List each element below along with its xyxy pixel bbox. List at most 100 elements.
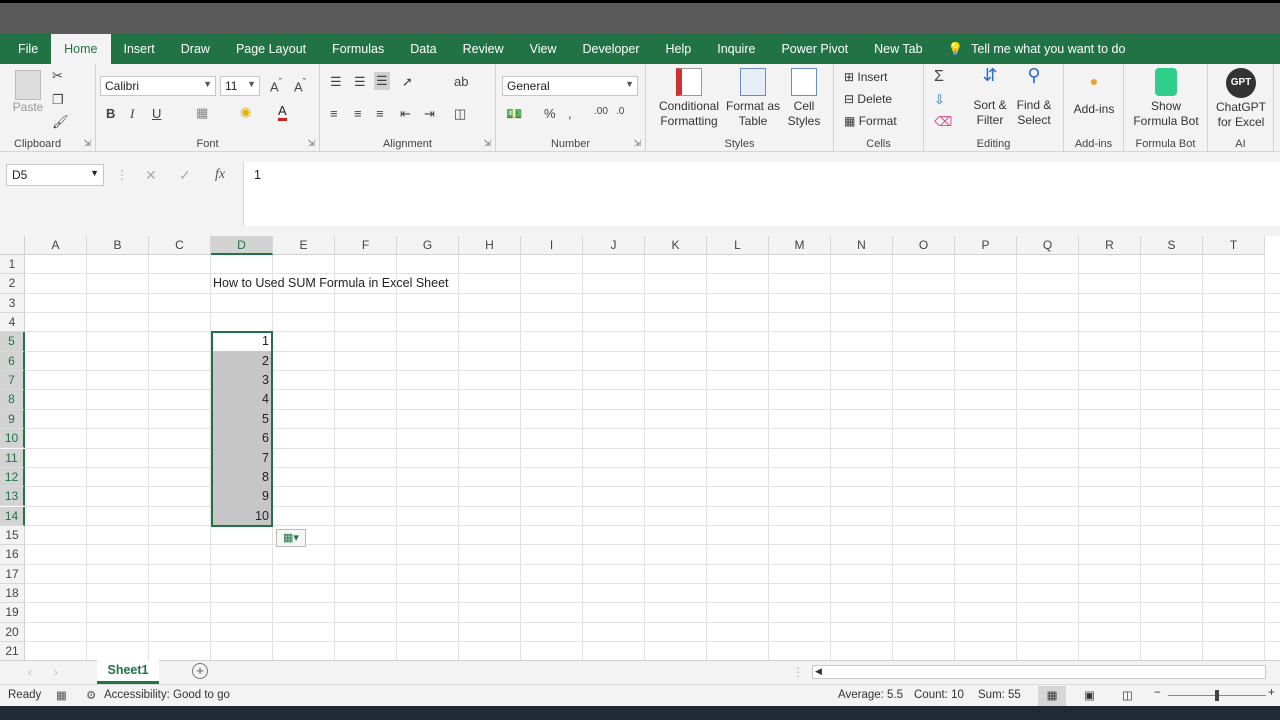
- column-header-f[interactable]: F: [335, 236, 397, 255]
- chatgpt-for-excel-button[interactable]: GPT ChatGPT for Excel: [1210, 68, 1272, 130]
- find-select-button[interactable]: ⚲ Find & Select: [1012, 66, 1056, 128]
- row-header-4[interactable]: 4: [0, 313, 25, 333]
- zoom-in-icon[interactable]: +: [1268, 687, 1275, 699]
- column-header-c[interactable]: C: [149, 236, 211, 255]
- font-color-icon[interactable]: A: [278, 104, 287, 121]
- row-header-2[interactable]: 2: [0, 274, 25, 294]
- tab-inquire[interactable]: Inquire: [704, 34, 768, 64]
- percent-style-button[interactable]: %: [544, 106, 556, 121]
- cell-d6[interactable]: 2: [211, 352, 271, 371]
- column-header-m[interactable]: M: [769, 236, 831, 255]
- cut-icon[interactable]: ✂: [52, 68, 63, 84]
- row-header-10[interactable]: 10: [0, 429, 25, 449]
- zoom-slider-thumb[interactable]: [1215, 690, 1219, 701]
- comma-style-icon[interactable]: ,: [568, 106, 572, 121]
- decrease-font-icon[interactable]: Aˇ: [294, 77, 306, 94]
- cell-d9[interactable]: 5: [211, 410, 271, 429]
- cancel-entry-icon[interactable]: ✕: [145, 167, 157, 184]
- row-header-5[interactable]: 5: [0, 332, 25, 352]
- increase-decimal-icon[interactable]: .00: [594, 106, 608, 117]
- alignment-launcher-icon[interactable]: ⇲: [483, 138, 491, 149]
- format-cells-button[interactable]: ▦ Format: [844, 114, 897, 129]
- column-header-h[interactable]: H: [459, 236, 521, 255]
- insert-cells-button[interactable]: ⊞ Insert: [844, 70, 887, 85]
- column-header-s[interactable]: S: [1141, 236, 1203, 255]
- column-header-j[interactable]: J: [583, 236, 645, 255]
- tell-me-search[interactable]: 💡 Tell me what you want to do: [936, 34, 1139, 64]
- row-header-13[interactable]: 13: [0, 487, 25, 507]
- column-header-t[interactable]: T: [1203, 236, 1265, 255]
- add-sheet-button[interactable]: +: [192, 663, 208, 679]
- font-size-select[interactable]: 11 ▼: [220, 76, 260, 96]
- quick-analysis-icon[interactable]: ▦▾: [276, 529, 306, 547]
- row-header-17[interactable]: 17: [0, 564, 25, 584]
- cell-d2[interactable]: How to Used SUM Formula in Excel Sheet: [213, 274, 449, 293]
- row-header-8[interactable]: 8: [0, 390, 25, 410]
- column-header-i[interactable]: I: [521, 236, 583, 255]
- orientation-icon[interactable]: ➚: [402, 74, 413, 90]
- align-right-icon[interactable]: ≡: [376, 106, 384, 121]
- column-header-r[interactable]: R: [1079, 236, 1141, 255]
- scroll-left-arrow-icon[interactable]: ◀: [815, 666, 822, 677]
- row-header-7[interactable]: 7: [0, 371, 25, 391]
- column-header-q[interactable]: Q: [1017, 236, 1079, 255]
- number-format-select[interactable]: General ▼: [502, 76, 638, 96]
- cell-d7[interactable]: 3: [211, 371, 271, 390]
- tab-insert[interactable]: Insert: [111, 34, 168, 64]
- accessibility-icon[interactable]: ⚙: [86, 688, 96, 702]
- row-header-19[interactable]: 19: [0, 603, 25, 623]
- column-header-k[interactable]: K: [645, 236, 707, 255]
- increase-indent-icon[interactable]: ⇥: [424, 106, 435, 122]
- align-center-icon[interactable]: ≡: [354, 106, 362, 121]
- row-header-9[interactable]: 9: [0, 409, 25, 430]
- copy-icon[interactable]: ❐: [52, 92, 64, 108]
- row-header-18[interactable]: 18: [0, 583, 25, 604]
- number-launcher-icon[interactable]: ⇲: [633, 138, 641, 149]
- show-formula-bot-button[interactable]: Show Formula Bot: [1128, 68, 1204, 129]
- cell-d8[interactable]: 4: [211, 390, 271, 409]
- column-header-g[interactable]: G: [397, 236, 459, 255]
- align-middle-icon[interactable]: ☰: [354, 74, 366, 90]
- cell-d11[interactable]: 7: [211, 449, 271, 468]
- zoom-slider[interactable]: [1168, 690, 1266, 701]
- cell-d10[interactable]: 6: [211, 429, 271, 448]
- row-header-20[interactable]: 20: [0, 622, 25, 642]
- scroll-right-icon[interactable]: ›: [54, 665, 58, 679]
- wrap-text-icon[interactable]: ab: [454, 74, 468, 89]
- accessibility-status[interactable]: Accessibility: Good to go: [104, 689, 230, 701]
- row-header-21[interactable]: 21: [0, 642, 25, 660]
- column-header-p[interactable]: P: [955, 236, 1017, 255]
- column-header-l[interactable]: L: [707, 236, 769, 255]
- clear-icon[interactable]: ⌫: [934, 114, 952, 130]
- page-layout-view-icon[interactable]: ▣: [1084, 688, 1095, 702]
- name-box[interactable]: D5 ▼: [6, 164, 104, 186]
- merge-center-icon[interactable]: ◫: [454, 106, 466, 122]
- formula-input[interactable]: 1: [243, 162, 1280, 226]
- font-launcher-icon[interactable]: ⇲: [307, 138, 315, 149]
- underline-button[interactable]: U: [152, 106, 161, 121]
- normal-view-icon[interactable]: ▦: [1038, 686, 1066, 706]
- sheet-tab-sheet1[interactable]: Sheet1: [97, 660, 159, 684]
- accounting-format-icon[interactable]: 💵: [506, 106, 522, 122]
- paste-button[interactable]: Paste: [10, 70, 46, 115]
- tab-file[interactable]: File: [0, 34, 51, 64]
- delete-cells-button[interactable]: ⊟ Delete: [844, 92, 892, 107]
- page-break-view-icon[interactable]: ◫: [1122, 688, 1133, 702]
- row-header-14[interactable]: 14: [0, 506, 25, 526]
- column-header-o[interactable]: O: [893, 236, 955, 255]
- cell-d14[interactable]: 10: [211, 507, 271, 526]
- align-bottom-icon[interactable]: ☰: [374, 72, 390, 90]
- column-header-b[interactable]: B: [87, 236, 149, 255]
- conditional-formatting-button[interactable]: Conditional Formatting: [654, 68, 724, 129]
- confirm-entry-icon[interactable]: ✓: [179, 167, 191, 184]
- row-header-3[interactable]: 3: [0, 293, 25, 313]
- addins-button[interactable]: ● Add-ins: [1068, 74, 1120, 117]
- tab-home[interactable]: Home: [51, 34, 111, 64]
- cell-styles-button[interactable]: Cell Styles: [782, 68, 826, 129]
- tab-data[interactable]: Data: [397, 34, 449, 64]
- bold-button[interactable]: B: [106, 106, 115, 121]
- tab-developer[interactable]: Developer: [570, 34, 653, 64]
- horizontal-scrollbar[interactable]: ◀: [812, 665, 1266, 679]
- tab-page-layout[interactable]: Page Layout: [223, 34, 319, 64]
- italic-button[interactable]: I: [130, 106, 134, 122]
